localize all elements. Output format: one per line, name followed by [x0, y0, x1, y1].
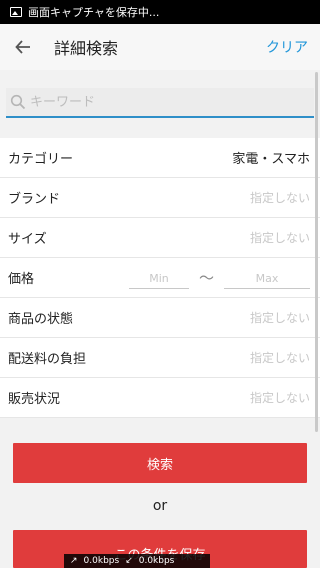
filter-row-size[interactable]: サイズ 指定しない [0, 218, 320, 258]
filter-list: カテゴリー 家電・スマホ ブランド 指定しない サイズ 指定しない 価格 Min… [0, 138, 320, 418]
scrollbar[interactable] [315, 72, 318, 432]
upload-arrow-icon: ↗ [70, 556, 78, 566]
search-box [6, 88, 314, 118]
filter-label: 販売状況 [8, 392, 61, 407]
price-max-input[interactable]: Max [224, 267, 310, 289]
filter-label: 価格 [8, 272, 35, 287]
filter-label: サイズ [8, 232, 47, 247]
search-section [0, 80, 320, 130]
filter-label: ブランド [8, 192, 61, 207]
filter-row-brand[interactable]: ブランド 指定しない [0, 178, 320, 218]
filter-row-shipping[interactable]: 配送料の負担 指定しない [0, 338, 320, 378]
filter-value: 指定しない [249, 311, 310, 325]
arrow-left-icon [15, 40, 30, 54]
price-min-input[interactable]: Min [128, 267, 189, 289]
filter-label: 配送料の負担 [8, 352, 87, 367]
download-speed: 0.0kbps [138, 556, 175, 566]
filter-value: 指定しない [249, 231, 310, 245]
filter-value: 家電・スマホ [232, 152, 310, 167]
filter-row-condition[interactable]: 商品の状態 指定しない [0, 298, 320, 338]
app-bar: 詳細検索 クリア [0, 24, 320, 70]
download-arrow-icon: ↙ [125, 556, 133, 566]
filter-value: 指定しない [249, 191, 310, 205]
price-range: Min 〜 Max [128, 267, 310, 289]
status-bar: 画面キャプチャを保存中... [0, 0, 320, 24]
search-input[interactable] [30, 94, 290, 110]
back-button[interactable] [0, 24, 46, 70]
search-button[interactable]: 検索 [13, 443, 307, 483]
price-range-separator: 〜 [198, 269, 214, 287]
filter-value: 指定しない [249, 351, 310, 365]
page-title: 詳細検索 [54, 39, 119, 58]
image-icon [10, 7, 22, 17]
filter-row-category[interactable]: カテゴリー 家電・スマホ [0, 138, 320, 178]
or-divider-text: or [152, 498, 168, 514]
clear-button[interactable]: クリア [266, 37, 308, 57]
filter-row-price: 価格 Min 〜 Max [0, 258, 320, 298]
network-speed-overlay: ↗ 0.0kbps ↙ 0.0kbps [64, 554, 210, 568]
filter-value: 指定しない [249, 391, 310, 405]
filter-label: 商品の状態 [8, 312, 74, 327]
search-icon [10, 94, 26, 110]
status-text: 画面キャプチャを保存中... [28, 6, 160, 19]
filter-label: カテゴリー [8, 152, 74, 167]
filter-row-status[interactable]: 販売状況 指定しない [0, 378, 320, 418]
upload-speed: 0.0kbps [83, 556, 120, 566]
